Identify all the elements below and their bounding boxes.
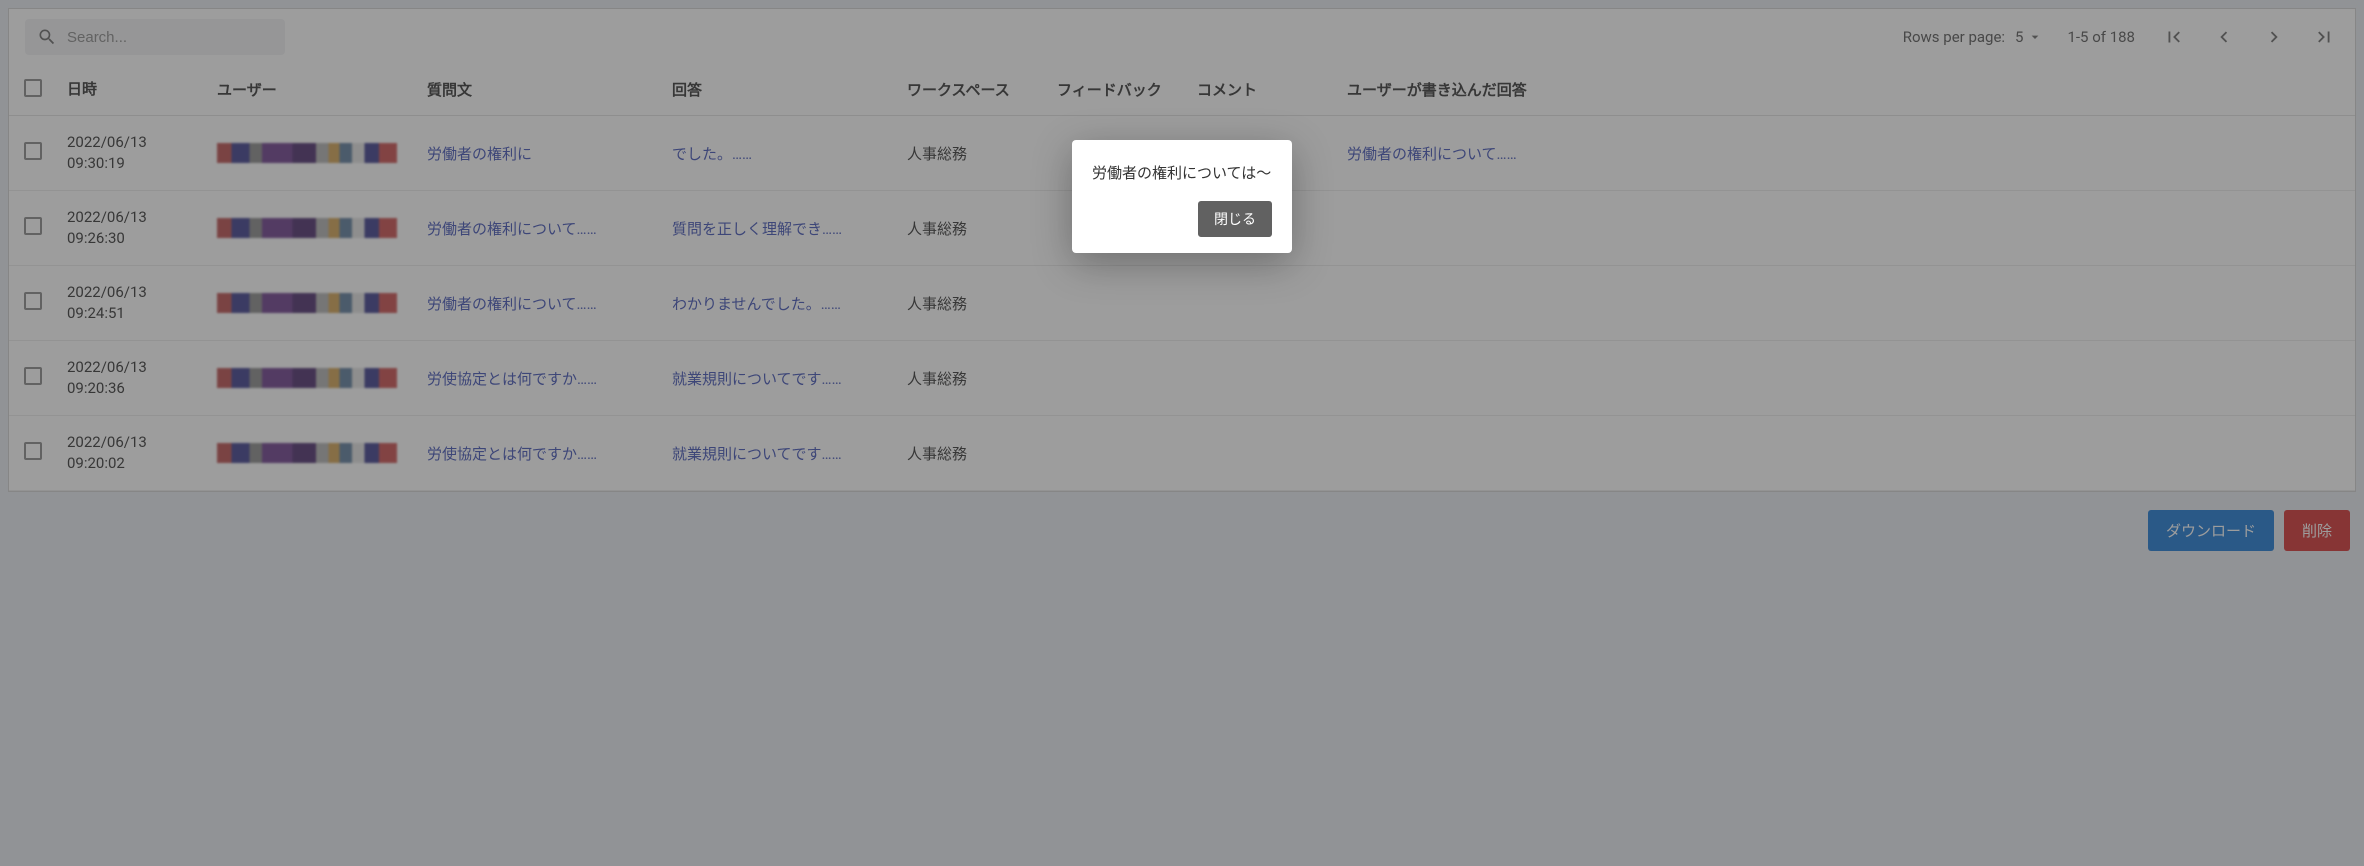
modal-dialog: 労働者の権利については～ 閉じる <box>1072 140 1292 253</box>
modal-close-button[interactable]: 閉じる <box>1198 201 1272 237</box>
modal-text: 労働者の権利については～ <box>1092 162 1272 183</box>
modal-overlay[interactable]: 労働者の権利については～ 閉じる <box>0 0 2364 866</box>
